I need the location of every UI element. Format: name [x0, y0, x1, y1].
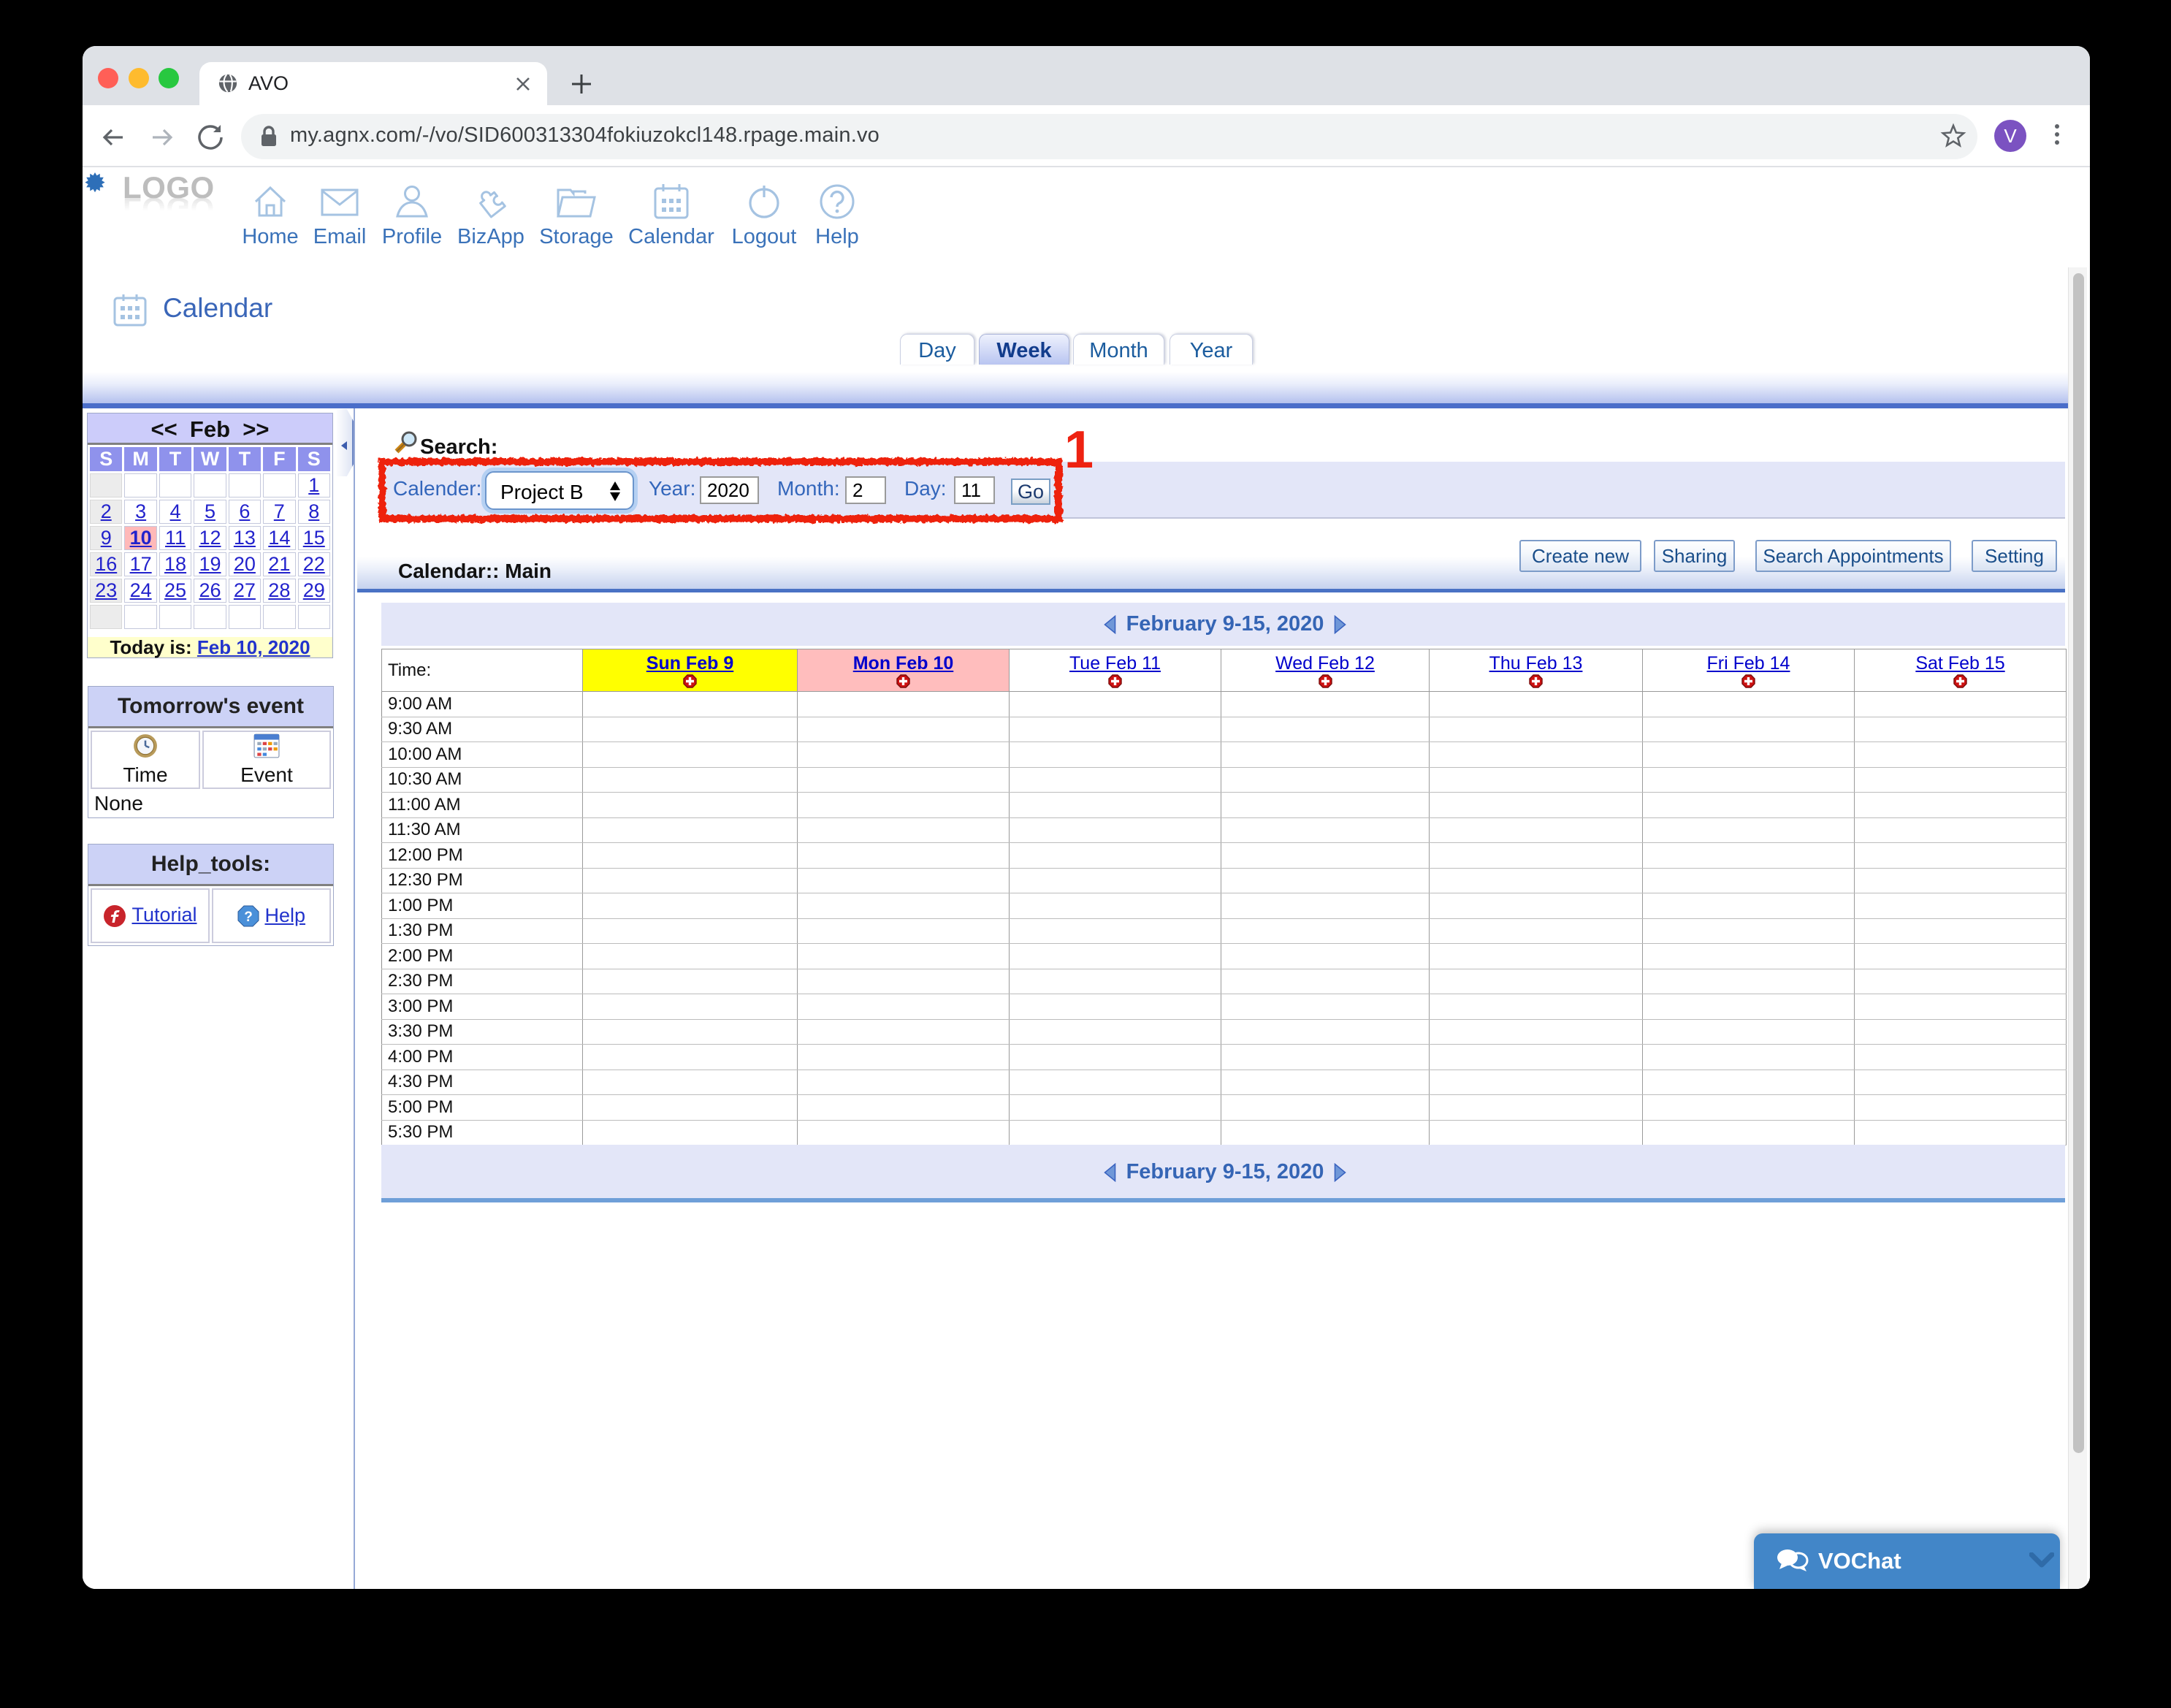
svg-text:1: 1	[1064, 421, 1094, 479]
svg-text:?: ?	[244, 910, 253, 925]
